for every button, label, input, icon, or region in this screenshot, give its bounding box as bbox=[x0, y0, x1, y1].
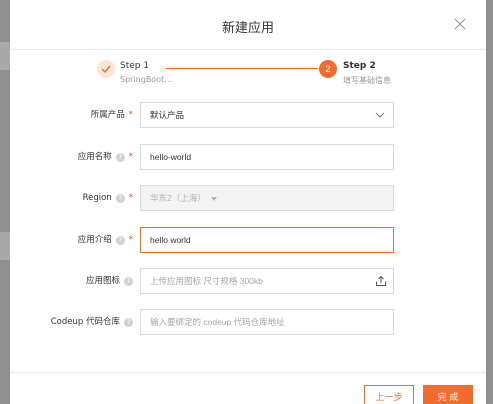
region-label-group: Region ? * bbox=[83, 185, 133, 211]
step-2-title: Step 2 bbox=[343, 61, 376, 71]
codeup-row: Codeup 代码仓库 ? 输入要绑定的 codeup 代码仓库地址 bbox=[10, 309, 486, 335]
new-app-dialog: 新建应用 Step 1 SpringBoot… 2 Step 2 填写基础信息 … bbox=[10, 0, 486, 404]
description-label-group: 应用介绍 ? * bbox=[78, 227, 133, 253]
step-1-title: Step 1 bbox=[120, 61, 150, 71]
app-name-input[interactable]: hello-world bbox=[140, 144, 394, 170]
help-icon[interactable]: ? bbox=[124, 317, 133, 327]
region-row: Region ? * 华东2（上海） bbox=[10, 185, 486, 211]
finish-button[interactable]: 完 成 bbox=[423, 385, 473, 404]
app-icon-upload[interactable]: 上传应用图标 尺寸规格 300kb bbox=[140, 268, 394, 294]
required-mark: * bbox=[128, 193, 133, 203]
dialog-title: 新建应用 bbox=[221, 21, 274, 36]
codeup-input[interactable]: 输入要绑定的 codeup 代码仓库地址 bbox=[140, 309, 394, 335]
product-label-group: 所属产品 * bbox=[91, 102, 133, 128]
product-label: 所属产品 bbox=[90, 110, 125, 120]
footer-divider bbox=[10, 372, 486, 373]
required-mark: * bbox=[128, 110, 133, 120]
description-input[interactable]: hello world bbox=[140, 227, 394, 253]
app-name-row: 应用名称 ? * hello-world bbox=[10, 144, 486, 170]
step-connector bbox=[166, 68, 318, 69]
app-icon-label: 应用图标 bbox=[85, 276, 120, 286]
region-label: Region bbox=[82, 193, 112, 203]
app-name-label-group: 应用名称 ? * bbox=[78, 144, 133, 170]
app-icon-placeholder: 上传应用图标 尺寸规格 300kb bbox=[150, 276, 263, 286]
product-row: 所属产品 * 默认产品 bbox=[10, 102, 486, 128]
region-select: 华东2（上海） bbox=[140, 185, 394, 211]
required-mark: * bbox=[128, 152, 133, 162]
help-icon[interactable]: ? bbox=[115, 235, 125, 245]
step-1-subtitle: SpringBoot… bbox=[120, 75, 173, 84]
region-select-value: 华东2（上海） bbox=[150, 193, 206, 203]
product-select[interactable]: 默认产品 bbox=[140, 102, 394, 128]
app-name-label: 应用名称 bbox=[77, 152, 112, 162]
step-2-indicator: 2 bbox=[319, 60, 337, 78]
product-select-value: 默认产品 bbox=[150, 110, 185, 120]
upload-icon[interactable] bbox=[375, 275, 387, 287]
required-mark: * bbox=[128, 235, 133, 245]
help-icon[interactable]: ? bbox=[124, 276, 133, 286]
prev-step-button[interactable]: 上一步 bbox=[364, 385, 414, 404]
check-icon bbox=[101, 65, 111, 74]
codeup-label: Codeup 代码仓库 bbox=[50, 317, 120, 327]
help-icon[interactable]: ? bbox=[115, 152, 125, 162]
caret-down-icon bbox=[210, 196, 217, 201]
app-icon-label-group: 应用图标 ? bbox=[86, 268, 133, 294]
help-icon[interactable]: ? bbox=[115, 193, 125, 203]
backdrop-panel bbox=[0, 232, 10, 260]
dialog-header: 新建应用 bbox=[10, 0, 486, 50]
description-row: 应用介绍 ? * hello world bbox=[10, 227, 486, 253]
app-icon-row: 应用图标 ? 上传应用图标 尺寸规格 300kb bbox=[10, 268, 486, 294]
step-1-indicator bbox=[97, 60, 115, 78]
chevron-down-icon bbox=[375, 112, 385, 118]
close-icon[interactable] bbox=[452, 16, 468, 32]
step-2-subtitle: 填写基础信息 bbox=[343, 76, 391, 85]
codeup-label-group: Codeup 代码仓库 ? bbox=[51, 309, 133, 335]
description-label: 应用介绍 bbox=[77, 235, 112, 245]
backdrop-panel bbox=[0, 42, 10, 70]
